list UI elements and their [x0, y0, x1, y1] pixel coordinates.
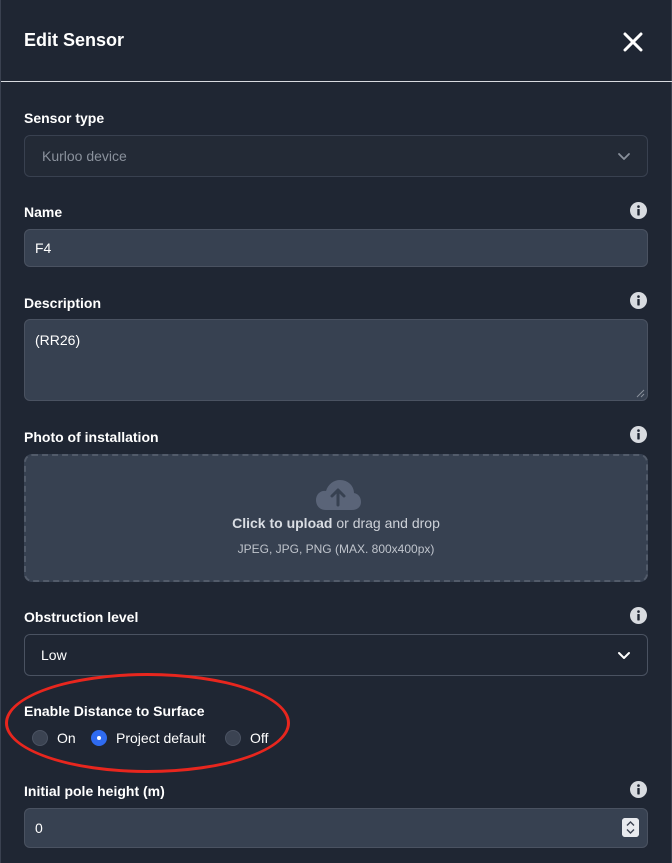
description-textarea[interactable]: (RR26): [24, 319, 648, 401]
info-icon[interactable]: [630, 202, 647, 219]
sensor-type-select: Kurloo device: [24, 135, 648, 177]
pole-height-input[interactable]: 0: [24, 808, 648, 848]
click-to-upload-link[interactable]: Click to upload: [232, 515, 332, 531]
description-label: Description: [24, 295, 102, 311]
drag-and-drop-text: or drag and drop: [332, 515, 440, 531]
resize-grip-icon[interactable]: [635, 388, 645, 398]
info-icon[interactable]: [630, 426, 647, 443]
cloud-upload-icon: [316, 480, 361, 510]
name-label: Name: [24, 204, 63, 220]
obstruction-select[interactable]: Low: [24, 634, 648, 676]
pole-height-value: 0: [35, 820, 43, 836]
name-input[interactable]: F4: [24, 229, 648, 267]
red-annotation-ellipse: [5, 673, 290, 773]
dialog-title: Edit Sensor: [24, 30, 125, 50]
obstruction-value: Low: [41, 647, 67, 663]
upload-instruction: Click to upload or drag and drop: [26, 515, 646, 531]
dialog-header: Edit Sensor: [1, 0, 672, 82]
info-icon[interactable]: [630, 781, 647, 798]
chevron-down-icon: [618, 153, 630, 160]
chevron-down-icon: [618, 652, 630, 659]
edit-sensor-dialog: Edit Sensor Sensor type Kurloo device Na…: [0, 0, 672, 863]
name-input-value: F4: [35, 240, 52, 256]
obstruction-label: Obstruction level: [24, 609, 139, 625]
photo-dropzone[interactable]: Click to upload or drag and drop JPEG, J…: [24, 454, 648, 582]
info-icon[interactable]: [630, 292, 647, 309]
upload-hint: JPEG, JPG, PNG (MAX. 800x400px): [237, 542, 435, 556]
description-value: (RR26): [35, 332, 81, 348]
photo-label: Photo of installation: [24, 429, 159, 445]
sensor-type-label: Sensor type: [24, 110, 105, 126]
pole-height-label: Initial pole height (m): [24, 783, 165, 799]
info-icon[interactable]: [630, 607, 647, 624]
sensor-type-value: Kurloo device: [42, 148, 127, 164]
number-stepper-icon[interactable]: [622, 818, 639, 837]
close-icon[interactable]: [620, 29, 646, 55]
